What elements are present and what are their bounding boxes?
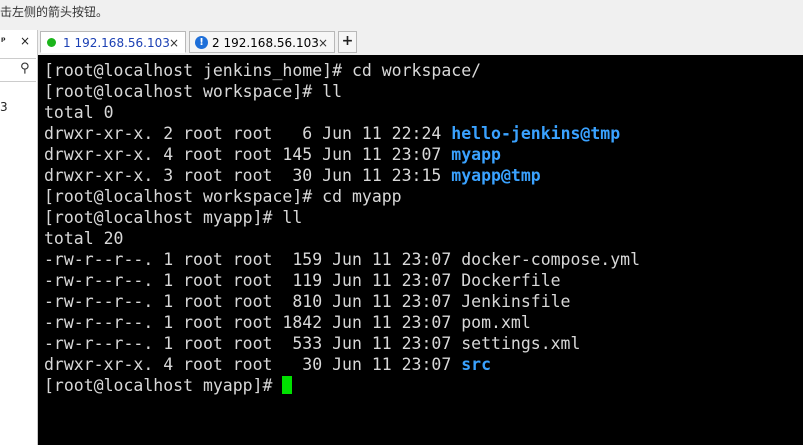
terminal-line: -rw-r--r--. 1 root root 119 Jun 11 23:07…	[44, 271, 561, 290]
terminal-line: drwxr-xr-x. 4 root root 30 Jun 11 23:07 …	[44, 355, 492, 374]
terminal-line: -rw-r--r--. 1 root root 810 Jun 11 23:07…	[44, 292, 571, 311]
tab-label: 1 192.168.56.103	[63, 36, 170, 50]
pin-icon[interactable]: ᵖ	[1, 36, 6, 47]
info-status-icon: !	[195, 36, 208, 49]
terminal-output[interactable]: [root@localhost jenkins_home]# cd worksp…	[38, 55, 803, 445]
terminal-line: [root@localhost myapp]# ll	[44, 208, 303, 227]
directory-name: src	[461, 355, 492, 374]
terminal-line: -rw-r--r--. 1 root root 159 Jun 11 23:07…	[44, 250, 641, 269]
session-panel: ᵖ × ⚲ 3	[0, 30, 38, 445]
hint-text: 击左侧的箭头按钮。	[0, 5, 109, 19]
close-icon[interactable]: ×	[20, 34, 30, 48]
terminal-line: [root@localhost workspace]# ll	[44, 82, 343, 101]
directory-name: hello-jenkins@tmp	[451, 124, 621, 143]
terminal-line: [root@localhost jenkins_home]# cd worksp…	[44, 61, 482, 80]
terminal-line: -rw-r--r--. 1 root root 1842 Jun 11 23:0…	[44, 313, 531, 332]
terminal-line: drwxr-xr-x. 4 root root 145 Jun 11 23:07…	[44, 145, 501, 164]
search-icon[interactable]: ⚲	[20, 61, 30, 76]
close-tab-icon[interactable]: ×	[169, 32, 179, 54]
terminal-line: -rw-r--r--. 1 root root 533 Jun 11 23:07…	[44, 334, 581, 353]
connected-status-icon	[47, 38, 56, 47]
session-count: 3	[0, 100, 8, 114]
terminal-prompt: [root@localhost myapp]#	[44, 375, 293, 396]
close-tab-icon[interactable]: ×	[318, 32, 328, 54]
tab-session-2[interactable]: ! 2 192.168.56.103 ×	[189, 31, 335, 53]
terminal-line: total 20	[44, 229, 124, 248]
terminal-cursor	[282, 376, 293, 394]
terminal-line: drwxr-xr-x. 3 root root 30 Jun 11 23:15 …	[44, 166, 541, 185]
terminal-line: total 0	[44, 103, 114, 122]
session-search-input[interactable]: ⚲	[0, 58, 36, 82]
directory-name: myapp	[451, 145, 501, 164]
tab-session-1[interactable]: 1 192.168.56.103 ×	[40, 31, 186, 53]
tab-label: 2 192.168.56.103	[212, 36, 319, 50]
directory-name: myapp@tmp	[451, 166, 541, 185]
add-tab-button[interactable]: +	[338, 31, 357, 53]
terminal-line: [root@localhost workspace]# cd myapp	[44, 187, 402, 206]
terminal-line: drwxr-xr-x. 2 root root 6 Jun 11 22:24 h…	[44, 124, 621, 143]
tab-bar: 1 192.168.56.103 × ! 2 192.168.56.103 × …	[38, 30, 803, 54]
